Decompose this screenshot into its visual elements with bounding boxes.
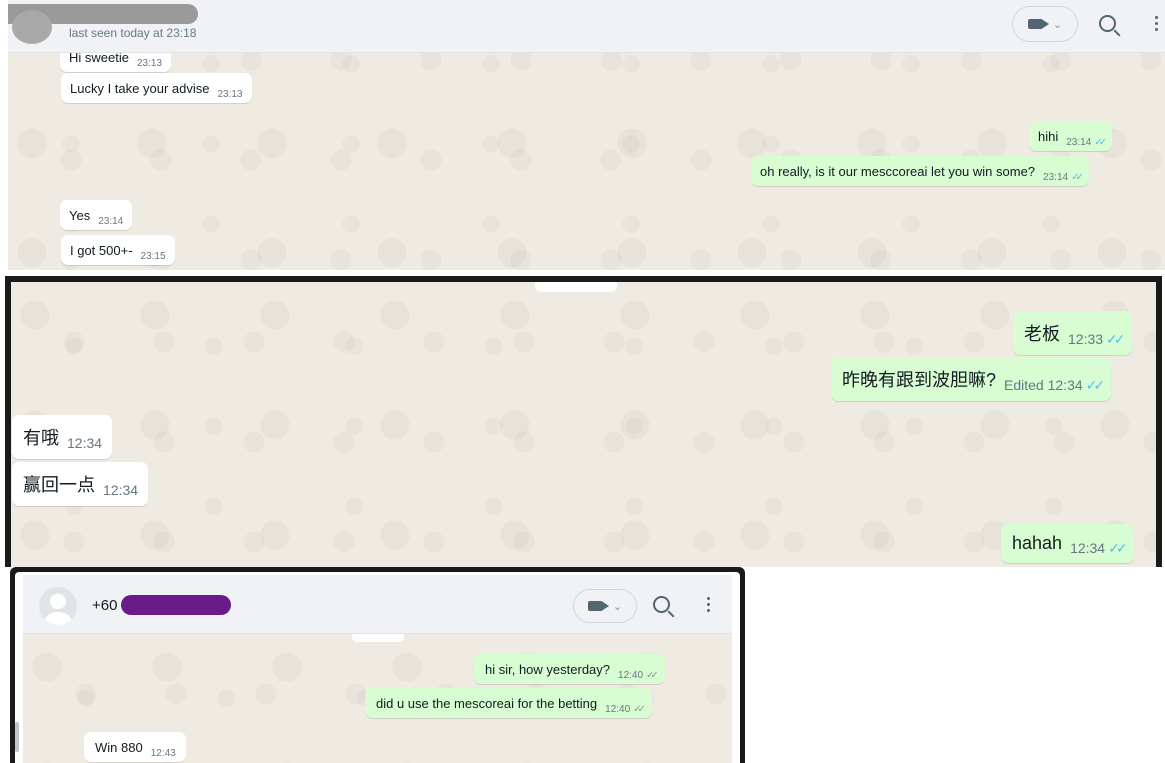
message-text: I got 500+- bbox=[70, 243, 133, 258]
redacted-phone-number bbox=[121, 595, 231, 615]
video-camera-icon bbox=[1027, 19, 1049, 29]
double-check-icon: ✓✓ bbox=[1085, 377, 1106, 393]
message-time: 23:13 bbox=[136, 58, 162, 69]
message-outgoing: 昨晚有跟到波胆嘛? Edited 12:34 ✓✓ bbox=[831, 357, 1112, 401]
double-check-icon: ✓✓ bbox=[1071, 172, 1084, 183]
menu-button[interactable] bbox=[700, 591, 716, 617]
chat-screenshot-1: Hi sweetie 23:13 Lucky I take your advise… bbox=[8, 0, 1165, 270]
message-text: Win 880 bbox=[95, 740, 143, 755]
message-time: 12:34 bbox=[67, 435, 103, 451]
message-time: Edited 12:34 ✓✓ bbox=[1004, 377, 1106, 393]
video-camera-icon bbox=[587, 601, 609, 611]
search-icon bbox=[1098, 14, 1116, 32]
chevron-down-icon: ⌄ bbox=[612, 600, 623, 613]
message-time: 12:34 ✓✓ bbox=[1070, 540, 1128, 556]
more-vertical-icon bbox=[706, 596, 710, 612]
search-button[interactable] bbox=[649, 591, 673, 617]
message-outgoing: hi sir, how yesterday? 12:40 ✓✓ bbox=[474, 654, 665, 684]
double-check-icon: ✓✓ bbox=[646, 670, 659, 681]
contact-status: last seen today at 23:18 bbox=[69, 26, 197, 40]
video-call-button[interactable]: ⌄ bbox=[1012, 6, 1078, 42]
chevron-down-icon: ⌄ bbox=[1052, 18, 1063, 31]
message-text: hihi bbox=[1038, 129, 1059, 144]
chat-screenshot-3: +60 ⌄ hi sir, how yesterday? 12:40 ✓✓ did … bbox=[10, 567, 745, 763]
message-incoming: Yes 23:14 bbox=[60, 200, 133, 230]
message-outgoing: 老板 12:33 ✓✓ bbox=[1013, 311, 1132, 355]
message-time: 23:14 ✓✓ bbox=[1066, 137, 1107, 148]
message-time: 12:43 bbox=[150, 748, 176, 759]
message-text: 有哦 bbox=[23, 428, 59, 448]
date-chip bbox=[535, 282, 617, 292]
double-check-icon: ✓✓ bbox=[633, 704, 646, 715]
message-time: 12:33 ✓✓ bbox=[1068, 331, 1126, 347]
video-call-button[interactable]: ⌄ bbox=[573, 589, 637, 623]
search-icon bbox=[652, 595, 670, 613]
message-text: Yes bbox=[69, 208, 91, 223]
message-text: hahah bbox=[1012, 533, 1063, 553]
message-incoming: I got 500+- 23:15 bbox=[61, 235, 175, 265]
message-outgoing: hihi 23:14 ✓✓ bbox=[1029, 121, 1113, 151]
more-vertical-icon bbox=[1154, 15, 1158, 31]
message-incoming: Win 880 12:43 bbox=[84, 732, 186, 762]
redacted-avatar bbox=[12, 10, 52, 44]
message-incoming: 有哦 12:34 bbox=[12, 415, 113, 459]
double-check-icon: ✓✓ bbox=[1094, 137, 1107, 148]
window-inner: +60 ⌄ hi sir, how yesterday? 12:40 ✓✓ did … bbox=[15, 572, 740, 763]
message-text: did u use the mescoreai for the betting bbox=[376, 696, 598, 711]
message-text: 昨晚有跟到波胆嘛? bbox=[842, 370, 997, 390]
date-chip bbox=[352, 634, 404, 642]
contact-name-prefix[interactable]: +60 bbox=[92, 597, 117, 614]
message-text: oh really, is it our mesccoreai let you … bbox=[760, 164, 1036, 179]
chat-header: last seen today at 23:18 ⌄ bbox=[8, 0, 1165, 53]
message-incoming: 赢回一点 12:34 bbox=[12, 462, 149, 506]
message-time: 12:34 bbox=[103, 482, 139, 498]
message-text: Lucky I take your advise bbox=[70, 81, 210, 96]
message-text: 老板 bbox=[1024, 324, 1060, 344]
message-time: 23:14 bbox=[98, 216, 124, 227]
message-time: 23:15 bbox=[140, 251, 166, 262]
default-avatar-icon[interactable] bbox=[39, 587, 77, 625]
double-check-icon: ✓✓ bbox=[1106, 331, 1126, 347]
message-time: 12:40 ✓✓ bbox=[618, 670, 659, 681]
double-check-icon: ✓✓ bbox=[1108, 540, 1128, 556]
chat-background bbox=[11, 282, 1156, 567]
message-text: 赢回一点 bbox=[23, 475, 95, 495]
chat-screenshot-2: 老板 12:33 ✓✓ 昨晚有跟到波胆嘛? Edited 12:34 ✓✓ 有哦 12:3… bbox=[5, 276, 1162, 567]
scrollbar[interactable] bbox=[15, 722, 19, 752]
message-time: 23:13 bbox=[217, 89, 243, 100]
message-time: 12:40 ✓✓ bbox=[605, 704, 646, 715]
message-time: 23:14 ✓✓ bbox=[1043, 172, 1084, 183]
message-incoming: Lucky I take your advise 23:13 bbox=[61, 73, 252, 103]
message-outgoing: did u use the mescoreai for the betting 1… bbox=[365, 688, 652, 718]
message-outgoing: oh really, is it our mesccoreai let you … bbox=[751, 156, 1089, 186]
message-outgoing: hahah 12:34 ✓✓ bbox=[1001, 524, 1134, 563]
search-button[interactable] bbox=[1094, 10, 1120, 36]
edited-label: Edited bbox=[1004, 377, 1044, 393]
menu-button[interactable] bbox=[1148, 10, 1164, 36]
message-text: hi sir, how yesterday? bbox=[485, 662, 611, 677]
chat-header: +60 ⌄ bbox=[23, 575, 732, 634]
